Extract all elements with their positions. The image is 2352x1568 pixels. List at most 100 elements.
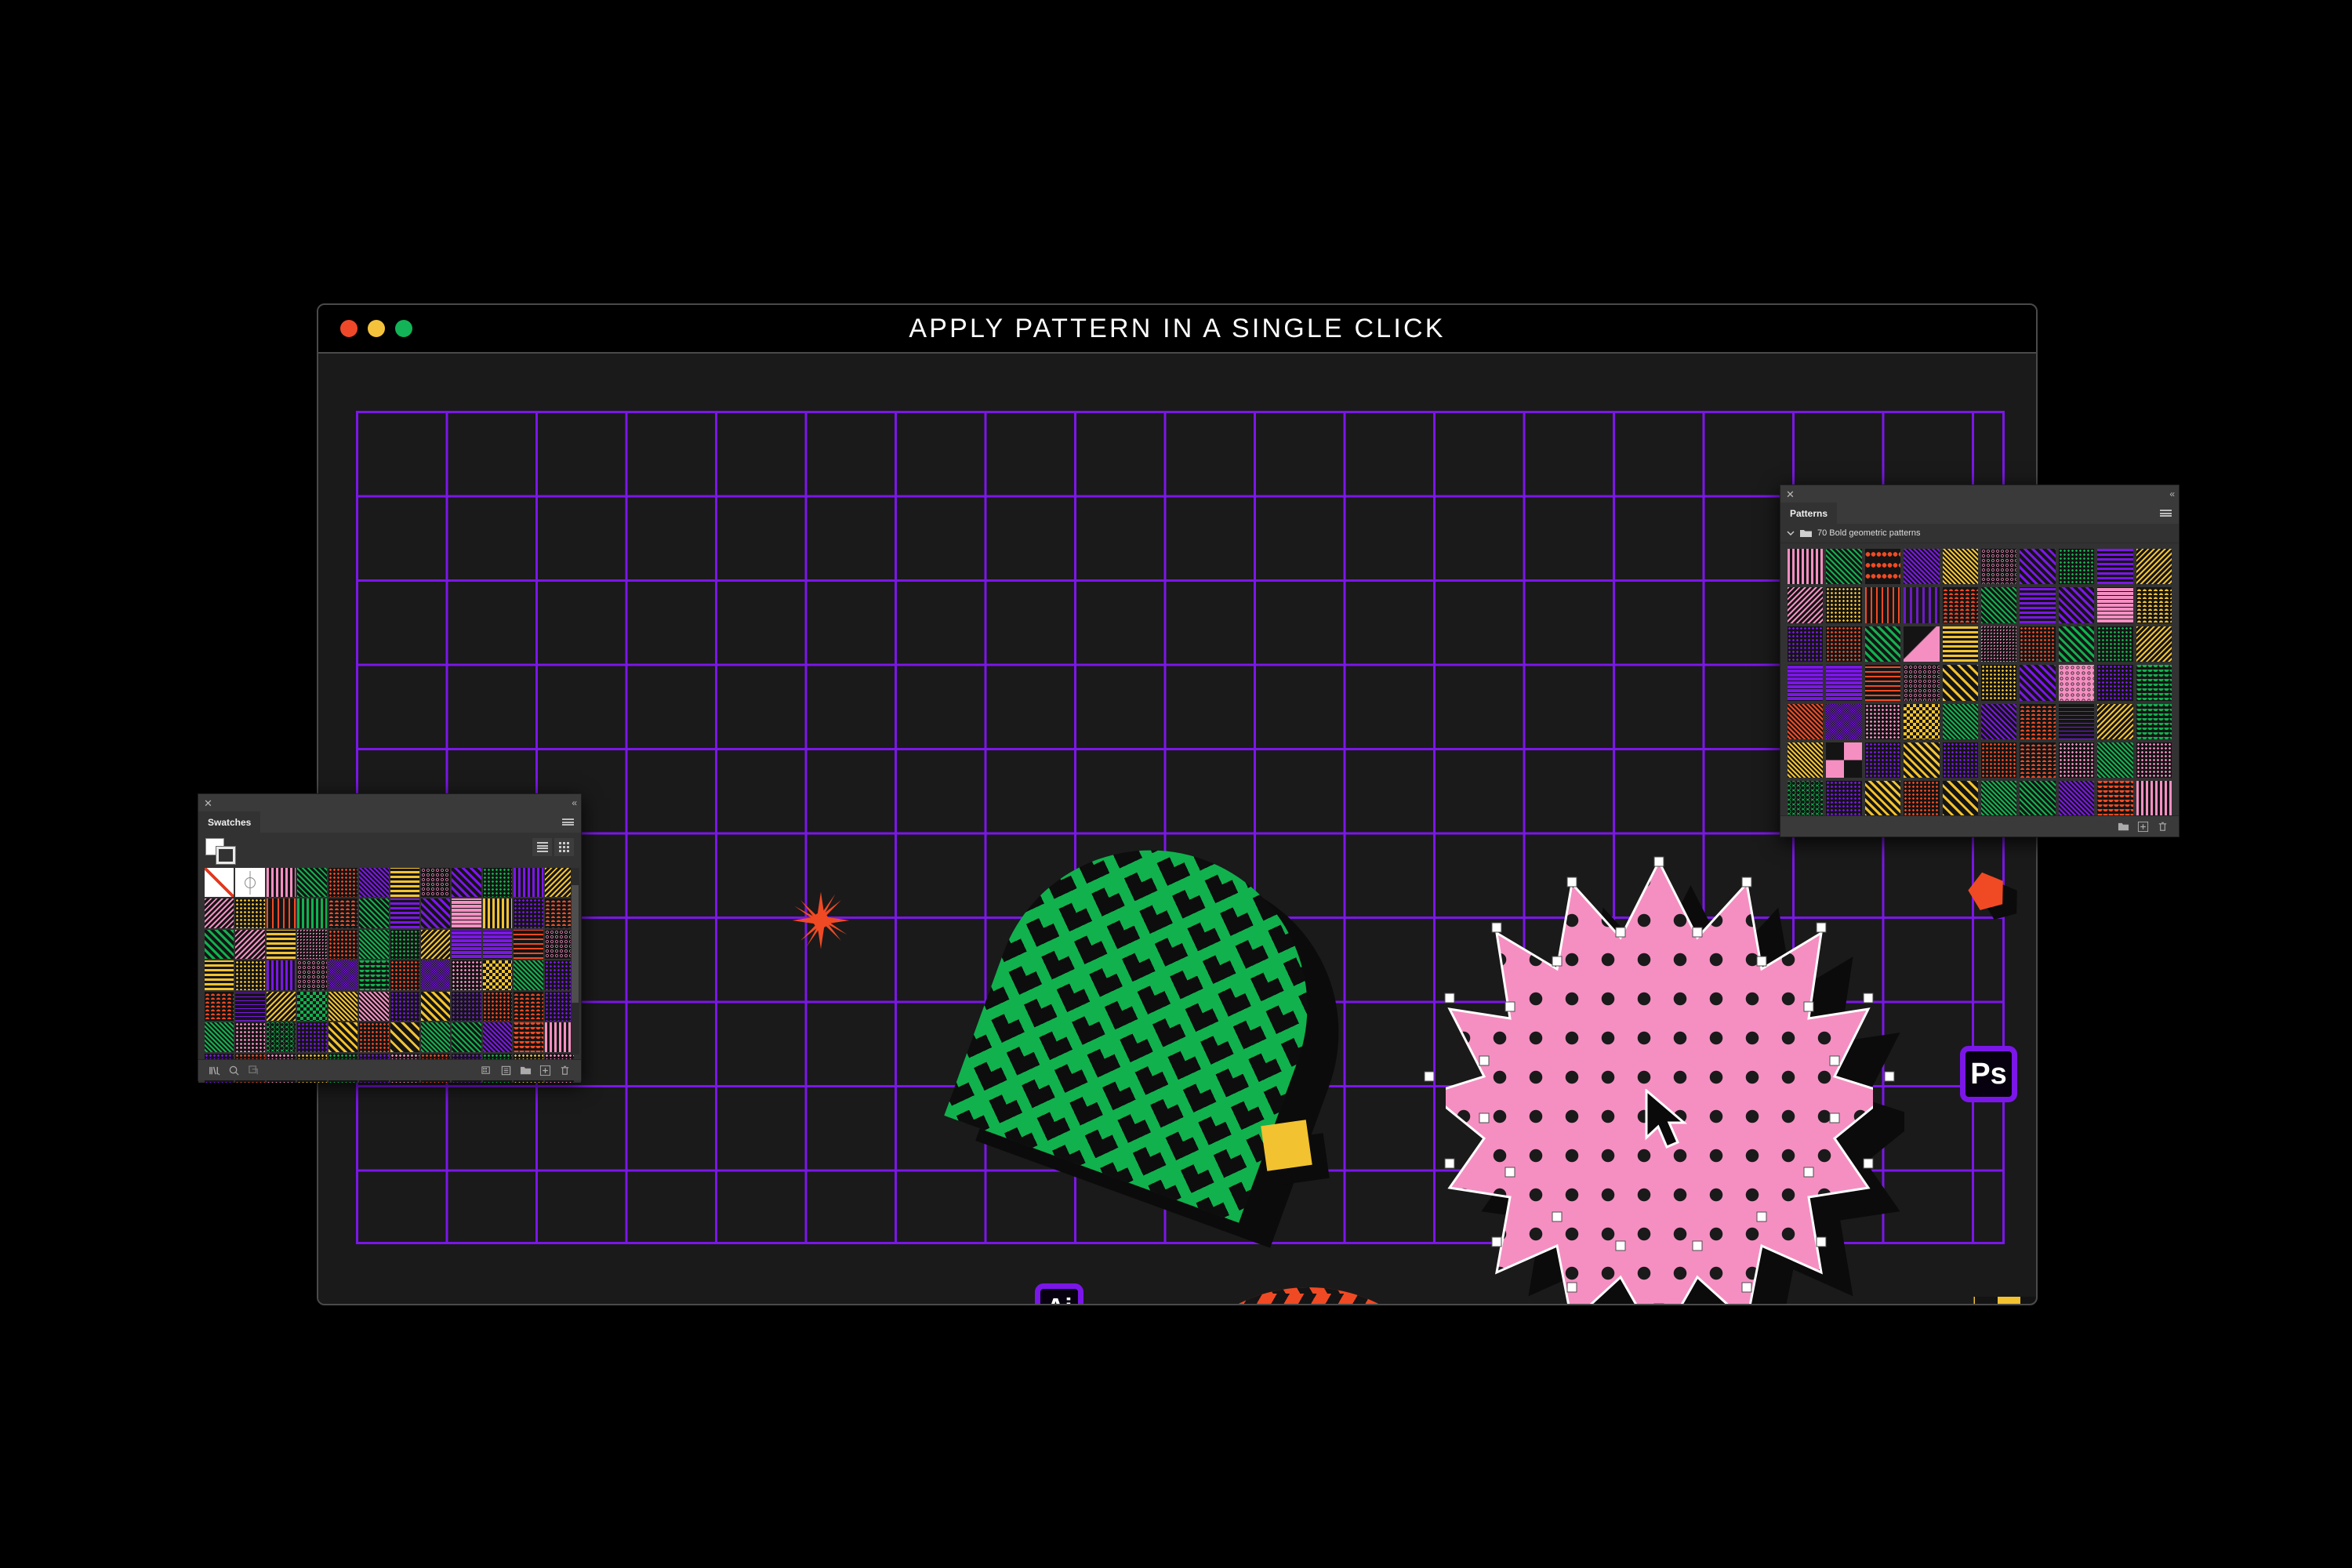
swatch-item[interactable]: [297, 868, 327, 898]
swatch-item[interactable]: [359, 960, 389, 990]
swatch-item[interactable]: [2058, 626, 2095, 662]
swatch-item[interactable]: [1942, 587, 1979, 623]
anchor-point[interactable]: [1829, 1055, 1840, 1066]
swatch-item[interactable]: [328, 929, 358, 960]
swatch-item[interactable]: [452, 898, 481, 928]
chevron-down-icon[interactable]: [1787, 529, 1795, 537]
delete-swatch-icon[interactable]: [559, 1065, 571, 1076]
swatch-item[interactable]: [452, 868, 481, 898]
show-swatch-kinds-icon[interactable]: [228, 1065, 240, 1076]
pattern-group-row[interactable]: 70 Bold geometric patterns: [1780, 524, 2179, 543]
swatch-item[interactable]: [420, 960, 451, 990]
anchor-point[interactable]: [1653, 856, 1664, 867]
new-color-group-icon[interactable]: [481, 1065, 492, 1076]
swatch-item[interactable]: [452, 960, 481, 990]
list-view-button[interactable]: [532, 838, 552, 856]
swatch-item[interactable]: [514, 868, 543, 898]
swatch-item[interactable]: [359, 1022, 389, 1052]
fill-stroke-indicator[interactable]: [205, 838, 236, 865]
delete-pattern-icon[interactable]: [2157, 821, 2169, 833]
swatch-item[interactable]: [2136, 665, 2172, 701]
swatch-item[interactable]: [266, 960, 296, 990]
swatch-item[interactable]: [266, 868, 296, 898]
swatch-item[interactable]: [2097, 626, 2133, 662]
swatch-item[interactable]: [1788, 626, 1824, 662]
swatch-item[interactable]: [420, 929, 451, 960]
patterns-panel-menu-icon[interactable]: [2160, 503, 2179, 524]
swatch-item[interactable]: [390, 1022, 419, 1052]
new-folder-icon[interactable]: [520, 1065, 532, 1076]
swatch-item[interactable]: [514, 991, 543, 1022]
swatch-item[interactable]: [2136, 781, 2172, 817]
anchor-point[interactable]: [1863, 993, 1874, 1004]
swatch-item[interactable]: [1904, 587, 1940, 623]
swatch-item[interactable]: [1864, 781, 1901, 817]
swatch-item[interactable]: [1981, 549, 2017, 585]
starburst-shape[interactable]: [791, 891, 851, 950]
swatch-item[interactable]: [1826, 626, 1862, 662]
swatch-item[interactable]: [1826, 549, 1862, 585]
swatch-item[interactable]: [1904, 703, 1940, 740]
swatch-item[interactable]: [482, 960, 513, 990]
swatches-panel-menu-icon[interactable]: [562, 811, 581, 833]
collapse-panel-icon[interactable]: «: [2169, 488, 2175, 499]
swatch-item[interactable]: [1788, 742, 1824, 779]
swatch-item[interactable]: [235, 1022, 265, 1052]
swatch-item[interactable]: [1981, 587, 2017, 623]
tab-patterns[interactable]: Patterns: [1780, 503, 1838, 524]
swatch-item[interactable]: [235, 929, 265, 960]
swatch-item[interactable]: [2058, 742, 2095, 779]
anchor-point[interactable]: [1552, 1211, 1563, 1222]
swatch-item[interactable]: [390, 898, 419, 928]
swatch-item[interactable]: [328, 960, 358, 990]
anchor-point[interactable]: [1756, 956, 1767, 967]
swatch-item[interactable]: [390, 868, 419, 898]
swatch-item[interactable]: [390, 991, 419, 1022]
swatch-item[interactable]: [1864, 549, 1901, 585]
swatch-item[interactable]: [1904, 742, 1940, 779]
swatch-item[interactable]: [482, 929, 513, 960]
swatch-item[interactable]: [452, 991, 481, 1022]
swatch-item[interactable]: [1981, 703, 2017, 740]
swatch-item[interactable]: [1942, 549, 1979, 585]
swatch-item[interactable]: [359, 868, 389, 898]
swatch-item[interactable]: [482, 991, 513, 1022]
swatch-item[interactable]: [452, 929, 481, 960]
swatch-item[interactable]: [359, 898, 389, 928]
swatch-item[interactable]: [2097, 742, 2133, 779]
swatch-options-icon[interactable]: [248, 1065, 260, 1076]
swatch-item[interactable]: [2136, 703, 2172, 740]
swatch-item[interactable]: [514, 898, 543, 928]
swatch-item[interactable]: [1904, 665, 1940, 701]
close-icon[interactable]: ✕: [1786, 489, 1795, 499]
swatch-item[interactable]: [328, 868, 358, 898]
anchor-point[interactable]: [1479, 1112, 1490, 1123]
swatch-item[interactable]: [2020, 665, 2056, 701]
swatch-item[interactable]: [1788, 587, 1824, 623]
anchor-point[interactable]: [1741, 877, 1752, 887]
pink-star-shape[interactable]: [1446, 862, 1873, 1304]
swatch-item[interactable]: [420, 898, 451, 928]
swatch-item[interactable]: [2020, 549, 2056, 585]
swatch-item[interactable]: [1904, 781, 1940, 817]
swatch-item[interactable]: [2136, 626, 2172, 662]
stroke-color-box[interactable]: [216, 846, 236, 865]
anchor-point[interactable]: [1566, 877, 1577, 887]
swatch-item[interactable]: [390, 960, 419, 990]
swatch-item[interactable]: [266, 991, 296, 1022]
swatch-item[interactable]: [544, 929, 575, 960]
swatch-item[interactable]: [297, 1022, 327, 1052]
swatch-item[interactable]: [1981, 742, 2017, 779]
swatch-item[interactable]: [266, 929, 296, 960]
swatches-panel[interactable]: ✕ « Swatches: [198, 793, 582, 1083]
swatch-item[interactable]: [2097, 587, 2133, 623]
swatch-item[interactable]: [2020, 742, 2056, 779]
anchor-point[interactable]: [1816, 922, 1827, 933]
swatches-grid[interactable]: [205, 868, 575, 1083]
swatch-item[interactable]: [235, 991, 265, 1022]
swatch-item[interactable]: [390, 929, 419, 960]
anchor-point[interactable]: [1504, 1001, 1515, 1012]
swatch-item[interactable]: [2136, 549, 2172, 585]
swatch-item[interactable]: [1981, 781, 2017, 817]
swatch-item[interactable]: [297, 929, 327, 960]
